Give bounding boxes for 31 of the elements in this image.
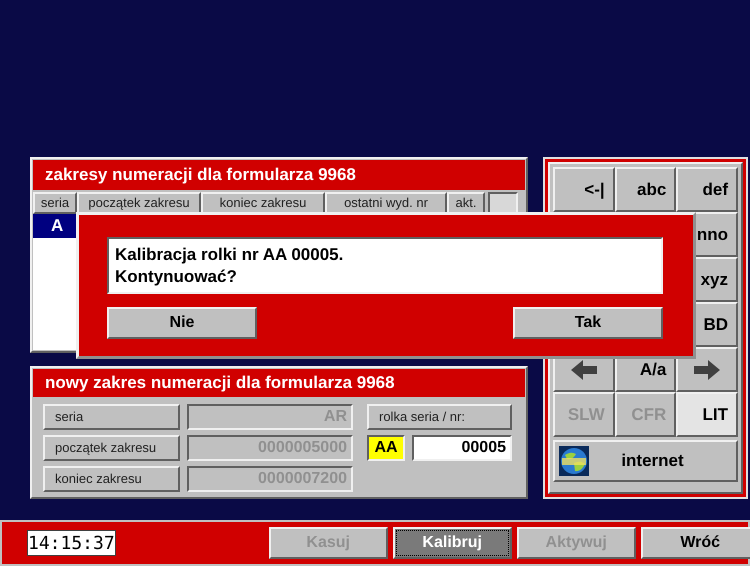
right-arrow-key[interactable] (676, 347, 738, 392)
column-menu-button[interactable] (488, 192, 518, 214)
left-arrow-icon (570, 360, 597, 380)
panel-title: nowy zakres numeracji dla formularza 9968 (33, 369, 525, 397)
column-header: seria (33, 192, 77, 214)
right-arrow-icon (694, 360, 720, 380)
keypad-key[interactable]: def (676, 167, 738, 212)
field-label: początek zakresu (43, 435, 180, 461)
table-cell-text: A (50, 215, 64, 238)
dialog-button[interactable]: Nie (107, 307, 257, 339)
globe-icon (559, 446, 589, 476)
footer-button[interactable]: Kalibruj (392, 527, 512, 559)
panel-title: zakresy numeracji dla formularza 9968 (33, 160, 525, 190)
column-header: początek zakresu (77, 192, 201, 214)
field-label: koniec zakresu (43, 466, 180, 492)
column-header: akt. (447, 192, 485, 214)
keypad-key[interactable]: LIT (676, 392, 738, 437)
message-line: Kalibracja rolki nr AA 00005. (115, 244, 344, 266)
column-header: koniec zakresu (201, 192, 325, 214)
field-label: seria (43, 404, 180, 430)
clock: 14:15:37 (27, 530, 116, 556)
internet-button[interactable]: internet (553, 440, 738, 482)
column-header: ostatni wyd. nr (325, 192, 447, 214)
roll-number-field[interactable]: 00005 (412, 435, 512, 461)
footer-button[interactable]: Wróć (640, 527, 750, 559)
field-label: rolka seria / nr: (367, 404, 512, 430)
dialog-button[interactable]: Tak (513, 307, 663, 339)
keypad-key[interactable]: <-| (553, 167, 615, 212)
keypad-key[interactable]: abc (614, 167, 676, 212)
message-line: Kontynuować? (115, 266, 238, 288)
roll-series-field[interactable]: AA (367, 435, 405, 461)
